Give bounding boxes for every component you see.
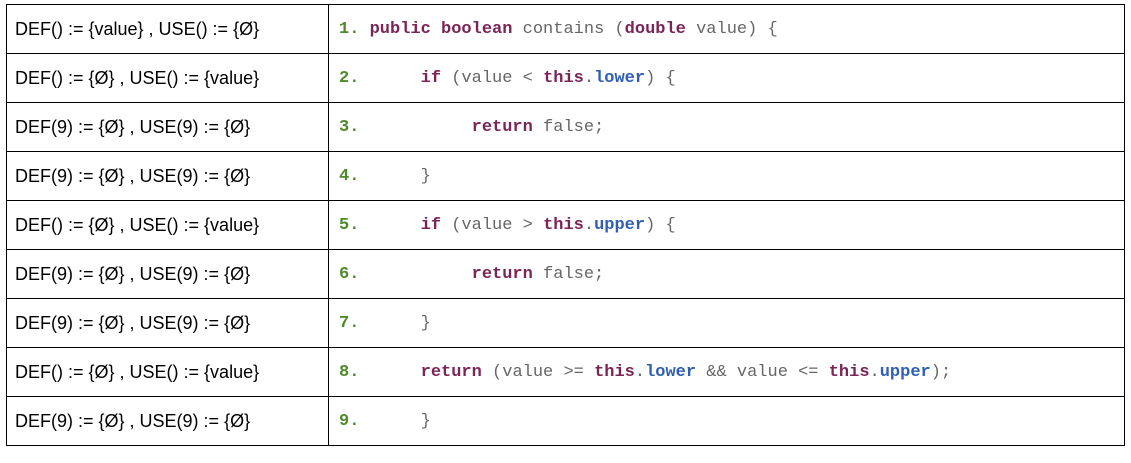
code-text: }	[359, 166, 431, 186]
def-use-table-body: DEF() := {value} , USE() := {Ø} 1. public…	[6, 4, 1125, 446]
table-row: DEF() := {Ø} , USE() := {value} 5. if (va…	[6, 200, 1125, 250]
code-text: }	[359, 411, 431, 431]
code-text: .	[583, 68, 595, 88]
line-number: 6.	[339, 264, 360, 284]
code-line-cell: 7. }	[328, 298, 1125, 348]
code-text: .	[634, 362, 646, 382]
code-text: (value <	[441, 68, 544, 88]
line-number: 8.	[339, 362, 360, 382]
table-row: DEF(9) := {Ø} , USE(9) := {Ø} 9. }	[6, 396, 1125, 446]
code-line-cell: 1. public boolean contains (double value…	[328, 4, 1125, 54]
code-field: lower	[645, 362, 697, 382]
code-keyword: return	[471, 117, 533, 137]
line-number: 9.	[339, 411, 360, 431]
table-row: DEF(9) := {Ø} , USE(9) := {Ø} 7. }	[6, 298, 1125, 348]
def-use-cell: DEF() := {Ø} , USE() := {value}	[6, 347, 329, 397]
code-field: upper	[879, 362, 931, 382]
code-text: .	[583, 215, 595, 235]
def-use-cell: DEF(9) := {Ø} , USE(9) := {Ø}	[6, 298, 329, 348]
code-keyword: public	[369, 19, 431, 39]
def-use-cell: DEF() := {Ø} , USE() := {value}	[6, 53, 329, 103]
code-keyword: this	[543, 68, 584, 88]
def-use-cell: DEF(9) := {Ø} , USE(9) := {Ø}	[6, 151, 329, 201]
table-row: DEF(9) := {Ø} , USE(9) := {Ø} 6. return f…	[6, 249, 1125, 299]
code-keyword: return	[420, 362, 482, 382]
code-text: contains (	[512, 19, 625, 39]
code-text: ) {	[645, 215, 676, 235]
code-keyword: double	[624, 19, 686, 39]
code-keyword: boolean	[441, 19, 513, 39]
line-number: 3.	[339, 117, 360, 137]
code-line-cell: 6. return false;	[328, 249, 1125, 299]
code-text: );	[930, 362, 952, 382]
line-number: 7.	[339, 313, 360, 333]
code-keyword: if	[420, 68, 442, 88]
code-keyword: this	[828, 362, 870, 382]
line-number: 4.	[339, 166, 360, 186]
table-row: DEF(9) := {Ø} , USE(9) := {Ø} 3. return f…	[6, 102, 1125, 152]
code-text: (value >=	[481, 362, 595, 382]
def-use-table: DEF() := {value} , USE() := {Ø} 1. public…	[6, 4, 1125, 446]
code-text: .	[869, 362, 880, 382]
code-text: (value >	[441, 215, 544, 235]
table-row: DEF() := {Ø} , USE() := {value} 8. return…	[6, 347, 1125, 397]
code-field: lower	[594, 68, 646, 88]
line-number: 5.	[339, 215, 360, 235]
code-line-cell: 4. }	[328, 151, 1125, 201]
def-use-cell: DEF(9) := {Ø} , USE(9) := {Ø}	[6, 396, 329, 446]
code-line-cell: 3. return false;	[328, 102, 1125, 152]
code-keyword: this	[594, 362, 635, 382]
code-text: }	[359, 313, 431, 333]
code-line-cell: 2. if (value < this.lower) {	[328, 53, 1125, 103]
line-number: 1.	[339, 19, 360, 39]
code-keyword: this	[543, 215, 584, 235]
table-row: DEF() := {Ø} , USE() := {value} 2. if (va…	[6, 53, 1125, 103]
def-use-cell: DEF(9) := {Ø} , USE(9) := {Ø}	[6, 249, 329, 299]
def-use-cell: DEF() := {Ø} , USE() := {value}	[6, 200, 329, 250]
code-line-cell: 5. if (value > this.upper) {	[328, 200, 1125, 250]
code-text: false;	[532, 117, 605, 137]
table-row: DEF(9) := {Ø} , USE(9) := {Ø} 4. }	[6, 151, 1125, 201]
code-text: value) {	[685, 19, 778, 39]
code-line-cell: 9. }	[328, 396, 1125, 446]
code-line-cell: 8. return (value >= this.lower && value …	[328, 347, 1125, 397]
table-row: DEF() := {value} , USE() := {Ø} 1. public…	[6, 4, 1125, 54]
def-use-cell: DEF() := {value} , USE() := {Ø}	[6, 4, 329, 54]
code-field: upper	[594, 215, 646, 235]
def-use-cell: DEF(9) := {Ø} , USE(9) := {Ø}	[6, 102, 329, 152]
code-text: && value <=	[696, 362, 829, 382]
line-number: 2.	[339, 68, 360, 88]
code-keyword: return	[471, 264, 533, 284]
code-text: false;	[532, 264, 605, 284]
code-text: ) {	[645, 68, 676, 88]
code-keyword: if	[420, 215, 442, 235]
